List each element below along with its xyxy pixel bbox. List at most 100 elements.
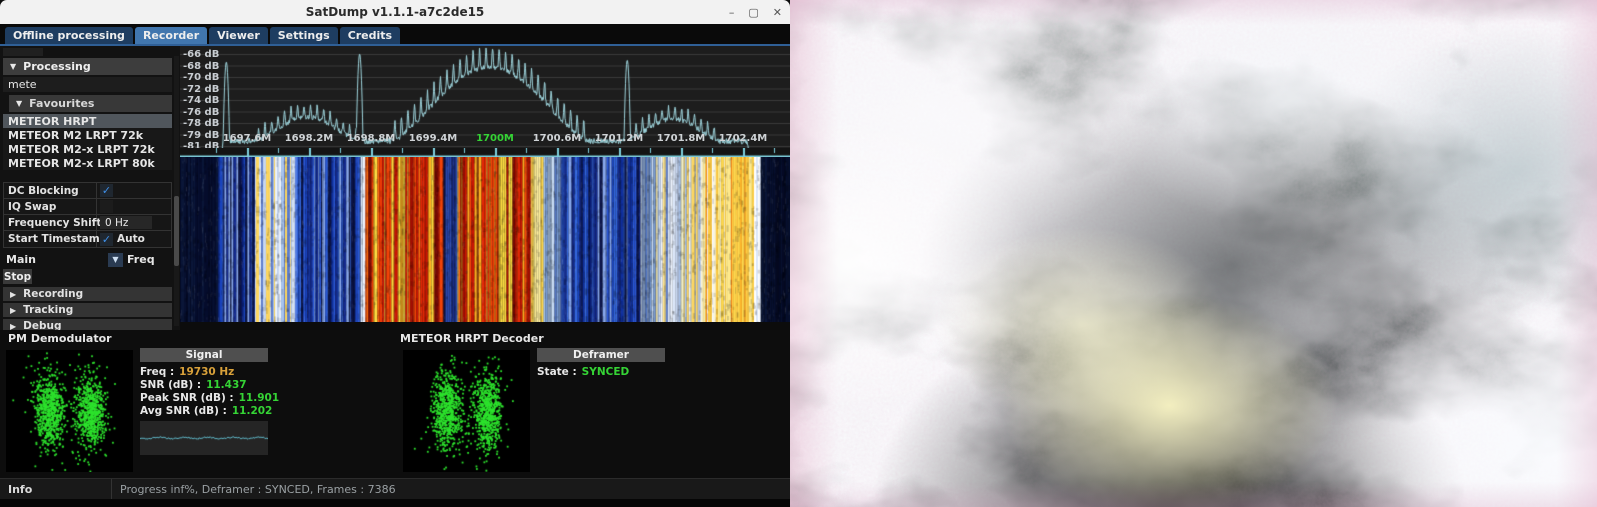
pipeline-item-meteor-hrpt[interactable]: METEOR HRPT (3, 114, 172, 128)
chevron-right-icon: ▶ (10, 322, 16, 331)
demod-constellation-canvas (6, 350, 133, 472)
signal-row-value: 11.901 (239, 392, 280, 404)
freq-axis-label: 1697.6M (221, 133, 273, 144)
chevron-down-icon: ▼ (112, 255, 118, 264)
signal-row-avg-snr-db: Avg SNR (dB) :11.202 (140, 404, 268, 417)
processing-header-label: Processing (23, 60, 91, 73)
pm-demodulator-title: PM Demodulator (8, 332, 112, 345)
setting-row-iq-swap: IQ Swap (4, 199, 171, 215)
signal-row-label: Peak SNR (dB) : (140, 392, 234, 404)
close-icon[interactable]: ✕ (773, 7, 782, 18)
deframer-state-row: State : SYNCED (537, 365, 665, 378)
signal-panel: Signal Freq :19730 HzSNR (dB) :11.437Pea… (140, 348, 268, 459)
tab-settings[interactable]: Settings (270, 27, 338, 44)
scrolled-partial-row (3, 48, 43, 56)
pipeline-search-input[interactable] (3, 77, 172, 92)
signal-row-peak-snr-db: Peak SNR (dB) :11.901 (140, 391, 268, 404)
section-header-debug[interactable]: ▶ Debug (3, 319, 172, 330)
freq-axis-label: 1700.6M (531, 133, 583, 144)
center-frequency-label: 1700M (469, 133, 521, 144)
setting-row-frequency-shift: Frequency Shift0 Hz (4, 215, 171, 231)
tab-credits[interactable]: Credits (340, 27, 400, 44)
chevron-down-icon: ▼ (16, 99, 22, 108)
content-row: ▼ Processing ▼ Favourites METEOR HRPTMET… (0, 46, 790, 330)
sidebar-scrollbar-thumb[interactable] (174, 196, 179, 266)
setting-label: IQ Swap (4, 199, 97, 214)
checked-checkbox-icon[interactable]: ✓ (100, 233, 113, 246)
deframer-panel-header: Deframer (537, 348, 665, 362)
freq-axis-label: 1702.4M (717, 133, 769, 144)
freq-axis-label: 1698.8M (345, 133, 397, 144)
main-source-row: Main ▼ Freq (6, 252, 172, 267)
status-info-label: Info (0, 479, 112, 499)
minimize-icon[interactable]: – (729, 7, 735, 18)
decoder-constellation-canvas (403, 350, 530, 472)
freq-axis-label: 1701.2M (593, 133, 645, 144)
section-label: Recording (23, 288, 83, 300)
window-titlebar[interactable]: SatDump v1.1.1-a7c2de15 – ▢ ✕ (0, 0, 790, 24)
signal-row-snr-db: SNR (dB) :11.437 (140, 378, 268, 391)
meteor-hrpt-decoder-title: METEOR HRPT Decoder (400, 332, 544, 345)
settings-table: DC Blocking✓IQ SwapFrequency Shift0 HzSt… (3, 182, 172, 248)
deframer-state-value: SYNCED (582, 366, 630, 378)
status-bar: Info Progress inf%, Deframer : SYNCED, F… (0, 478, 790, 499)
pipeline-item-meteor-m2-x-lrpt-72k[interactable]: METEOR M2-x LRPT 72k (3, 142, 172, 156)
pipeline-item-meteor-m2-lrpt-72k[interactable]: METEOR M2 LRPT 72k (3, 128, 172, 142)
sidebar: ▼ Processing ▼ Favourites METEOR HRPTMET… (0, 46, 180, 330)
chevron-right-icon: ▶ (10, 290, 16, 299)
collapsed-sections: ▶ Recording ▶ Tracking ▶ Debug (3, 287, 172, 330)
checkbox-text: Auto (117, 233, 145, 245)
freq-axis-label: 1699.4M (407, 133, 459, 144)
signal-row-value: 11.437 (206, 379, 247, 391)
status-message: Progress inf%, Deframer : SYNCED, Frames… (112, 483, 396, 496)
demod-decoder-section: PM Demodulator METEOR HRPT Decoder Signa… (0, 330, 790, 478)
setting-label: Frequency Shift (4, 215, 97, 230)
window-bottom-strip (0, 499, 790, 507)
source-combo-button[interactable]: ▼ (108, 253, 123, 267)
processing-section-header[interactable]: ▼ Processing (3, 58, 172, 75)
setting-value-input[interactable]: 0 Hz (100, 216, 152, 229)
tab-viewer[interactable]: Viewer (209, 27, 268, 44)
sidebar-scrollbar[interactable] (174, 56, 179, 326)
section-label: Tracking (23, 304, 73, 316)
signal-row-value: 11.202 (232, 405, 273, 417)
deframer-panel: Deframer State : SYNCED (537, 348, 665, 378)
screen: SatDump v1.1.1-a7c2de15 – ▢ ✕ Offline pr… (0, 0, 1597, 507)
chevron-right-icon: ▶ (10, 306, 16, 315)
maximize-icon[interactable]: ▢ (748, 7, 758, 18)
favourites-section-header[interactable]: ▼ Favourites (9, 95, 172, 112)
waterfall-display (180, 157, 790, 322)
freq-axis-label: 1701.8M (655, 133, 707, 144)
db-axis-label: -74 dB (183, 95, 227, 106)
chevron-down-icon: ▼ (10, 62, 16, 71)
setting-row-dc-blocking: DC Blocking✓ (4, 183, 171, 199)
db-axis-label: -76 dB (183, 107, 227, 118)
setting-label: Start Timestamp (4, 231, 97, 247)
db-axis-label: -72 dB (183, 84, 227, 95)
frequency-tick-row (180, 148, 790, 157)
section-header-recording[interactable]: ▶ Recording (3, 287, 172, 301)
satellite-image-lighting (790, 0, 1597, 507)
favourites-header-label: Favourites (29, 97, 94, 110)
db-axis-label: -66 dB (183, 49, 227, 60)
setting-label: DC Blocking (4, 183, 97, 198)
signal-row-label: Freq : (140, 366, 174, 378)
source-combo-label: Freq (127, 253, 155, 266)
pipeline-item-meteor-m2-x-lrpt-80k[interactable]: METEOR M2-x LRPT 80k (3, 156, 172, 170)
pipeline-list: METEOR HRPTMETEOR M2 LRPT 72kMETEOR M2-x… (3, 114, 172, 170)
signal-rows: Freq :19730 HzSNR (dB) :11.437Peak SNR (… (140, 365, 268, 417)
unchecked-checkbox-icon[interactable] (100, 200, 113, 213)
section-label: Debug (23, 320, 61, 330)
spectrum-plot: -66 dB-68 dB-70 dB-72 dB-74 dB-76 dB-78 … (180, 46, 790, 148)
tab-offline-processing[interactable]: Offline processing (5, 27, 133, 44)
tab-bar: Offline processingRecorderViewerSettings… (0, 24, 790, 46)
signal-row-label: Avg SNR (dB) : (140, 405, 227, 417)
tab-recorder[interactable]: Recorder (135, 27, 207, 44)
satdump-window: SatDump v1.1.1-a7c2de15 – ▢ ✕ Offline pr… (0, 0, 790, 507)
section-header-tracking[interactable]: ▶ Tracking (3, 303, 172, 317)
checked-checkbox-icon[interactable]: ✓ (100, 184, 113, 197)
waterfall-canvas[interactable] (180, 157, 790, 322)
stop-button[interactable]: Stop (3, 269, 32, 284)
db-axis-label: -78 dB (183, 118, 227, 129)
snr-history-canvas (140, 421, 268, 455)
